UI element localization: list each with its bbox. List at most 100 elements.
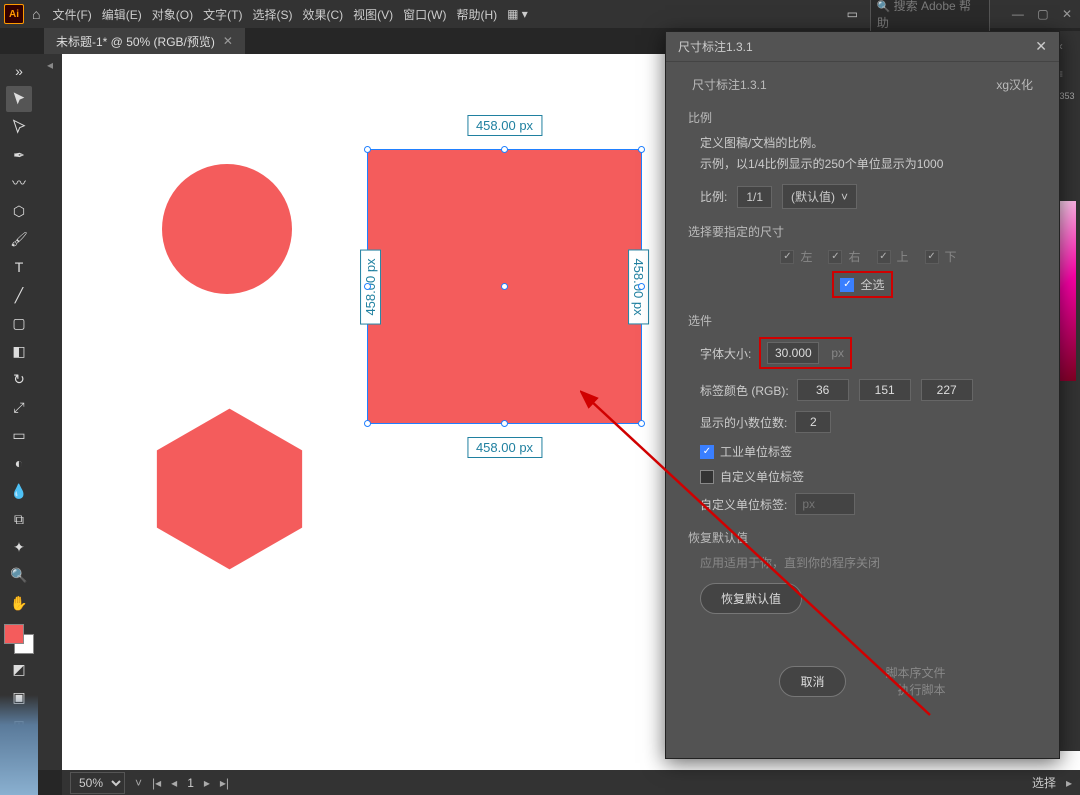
- menu-object[interactable]: 对象(O): [152, 6, 193, 23]
- circle-shape[interactable]: [162, 164, 292, 294]
- font-size-unit: px: [831, 346, 844, 360]
- panel-header[interactable]: 尺寸标注1.3.1 ✕: [666, 32, 1059, 62]
- tool-type[interactable]: T: [6, 254, 32, 280]
- tool-width[interactable]: ▭: [6, 422, 32, 448]
- tool-blend[interactable]: ⧉: [6, 506, 32, 532]
- tool-draw-mode[interactable]: ◩: [6, 656, 32, 682]
- cb-right[interactable]: [828, 250, 842, 264]
- tool-direct-select[interactable]: [6, 114, 32, 140]
- tool-scale[interactable]: ⤢: [6, 394, 32, 420]
- handle-tl[interactable]: [364, 146, 371, 153]
- menu-effect[interactable]: 效果(C): [302, 6, 343, 23]
- handle-tr[interactable]: [638, 146, 645, 153]
- rectangle-shape-selected[interactable]: 458.00 px 458.00 px 458.00 px 458.00 px: [367, 149, 642, 424]
- search-input[interactable]: 🔍 搜索 Adobe 帮助: [870, 0, 990, 34]
- cancel-button[interactable]: 取消: [779, 666, 845, 697]
- tool-hand[interactable]: ✋: [6, 590, 32, 616]
- tool-selection[interactable]: [6, 86, 32, 112]
- restore-button[interactable]: 恢复默认值: [700, 583, 802, 614]
- menu-edit[interactable]: 编辑(E): [102, 6, 142, 23]
- menu-text[interactable]: 文字(T): [203, 6, 242, 23]
- document-tab[interactable]: 未标题-1* @ 50% (RGB/预览) ✕: [44, 28, 245, 55]
- handle-ml[interactable]: [364, 283, 371, 290]
- menu-file[interactable]: 文件(F): [52, 6, 91, 23]
- section-restore: 恢复默认值: [688, 529, 1037, 546]
- tool-curvature[interactable]: 〰: [6, 170, 32, 196]
- nav-first-icon[interactable]: |◂: [152, 776, 161, 790]
- hexagon-shape[interactable]: [152, 404, 307, 574]
- page-number: 1: [187, 776, 194, 790]
- window-controls: — ▢ ✕: [1002, 7, 1072, 21]
- tool-line[interactable]: ╱: [6, 282, 32, 308]
- tool-shape[interactable]: ▢: [6, 310, 32, 336]
- handle-br[interactable]: [638, 420, 645, 427]
- layout-icon[interactable]: ▦ ▾: [507, 7, 528, 21]
- industrial-label: 工业单位标签: [720, 443, 792, 460]
- workspace-icon[interactable]: ▭: [847, 7, 858, 21]
- handle-mr[interactable]: [638, 283, 645, 290]
- tool-gradient[interactable]: ◐: [6, 450, 32, 476]
- zoom-select[interactable]: 50%: [70, 772, 125, 794]
- label-color-label: 标签颜色 (RGB):: [700, 382, 789, 399]
- chevron-down-icon[interactable]: ˅: [135, 776, 142, 790]
- handle-bm[interactable]: [501, 420, 508, 427]
- section-options: 选件: [688, 312, 1037, 329]
- color-swatches[interactable]: [4, 624, 34, 654]
- color-g-input[interactable]: [859, 379, 911, 401]
- custom-label: 自定义单位标签: [720, 468, 804, 485]
- minimize-icon[interactable]: —: [1012, 7, 1024, 21]
- status-menu-icon[interactable]: ▸: [1066, 776, 1072, 790]
- tool-polygon[interactable]: ⬡: [6, 198, 32, 224]
- color-r-input[interactable]: [797, 379, 849, 401]
- nav-prev-icon[interactable]: ◂: [171, 776, 177, 790]
- app-logo: Ai: [4, 4, 24, 24]
- scale-value-select[interactable]: 1/1: [737, 186, 772, 208]
- toolbar-expand-icon[interactable]: »: [6, 58, 32, 84]
- dimension-bottom: 458.00 px: [467, 437, 542, 458]
- handle-bl[interactable]: [364, 420, 371, 427]
- font-size-input[interactable]: [767, 342, 819, 364]
- cb-left[interactable]: [780, 250, 794, 264]
- tool-symbol[interactable]: ✦: [6, 534, 32, 560]
- cb-bottom[interactable]: [925, 250, 939, 264]
- nav-next-icon[interactable]: ▸: [204, 776, 210, 790]
- close-tab-icon[interactable]: ✕: [223, 34, 233, 48]
- panel-title: 尺寸标注1.3.1: [678, 38, 753, 55]
- tool-pen[interactable]: ✒: [6, 142, 32, 168]
- decimals-label: 显示的小数位数:: [700, 414, 787, 431]
- dimension-panel: 尺寸标注1.3.1 ✕ 尺寸标注1.3.1 xg汉化 比例 定义图稿/文档的比例…: [665, 31, 1060, 759]
- handle-center[interactable]: [501, 283, 508, 290]
- scale-default-select[interactable]: (默认值) ˅: [782, 184, 857, 209]
- section-dims: 选择要指定的尺寸: [688, 223, 1037, 240]
- cb-industrial[interactable]: [700, 445, 714, 459]
- panel-close-icon[interactable]: ✕: [1035, 38, 1047, 55]
- tool-eyedropper[interactable]: 💧: [6, 478, 32, 504]
- tool-brush[interactable]: 🖌: [6, 226, 32, 252]
- tool-zoom[interactable]: 🔍: [6, 562, 32, 588]
- custom-unit-input[interactable]: [795, 493, 855, 515]
- menu-select[interactable]: 选择(S): [252, 6, 292, 23]
- decimals-input[interactable]: [795, 411, 831, 433]
- menu-help[interactable]: 帮助(H): [456, 6, 497, 23]
- nav-last-icon[interactable]: ▸|: [220, 776, 229, 790]
- restore-hint: 应用适用于你，直到你的程序关闭: [688, 554, 1037, 571]
- menu-view[interactable]: 视图(V): [353, 6, 393, 23]
- tool-eraser[interactable]: ◧: [6, 338, 32, 364]
- home-icon[interactable]: ⌂: [32, 6, 40, 22]
- menu-window[interactable]: 窗口(W): [403, 6, 446, 23]
- scale-desc-2: 示例，以1/4比例显示的250个单位显示为1000: [688, 155, 1037, 172]
- close-icon[interactable]: ✕: [1062, 7, 1072, 21]
- select-all-label: 全选: [860, 276, 884, 293]
- fg-swatch[interactable]: [4, 624, 24, 644]
- scale-desc-1: 定义图稿/文档的比例。: [688, 134, 1037, 151]
- cb-custom[interactable]: [700, 470, 714, 484]
- canvas-tab-strip[interactable]: ◂: [38, 54, 62, 770]
- footer-text-1: 脚本序文件: [886, 664, 946, 681]
- maximize-icon[interactable]: ▢: [1037, 7, 1048, 21]
- handle-tm[interactable]: [501, 146, 508, 153]
- color-b-input[interactable]: [921, 379, 973, 401]
- tool-rotate[interactable]: ↻: [6, 366, 32, 392]
- cb-select-all[interactable]: [840, 278, 854, 292]
- custom-label-2: 自定义单位标签:: [700, 496, 787, 513]
- cb-top[interactable]: [877, 250, 891, 264]
